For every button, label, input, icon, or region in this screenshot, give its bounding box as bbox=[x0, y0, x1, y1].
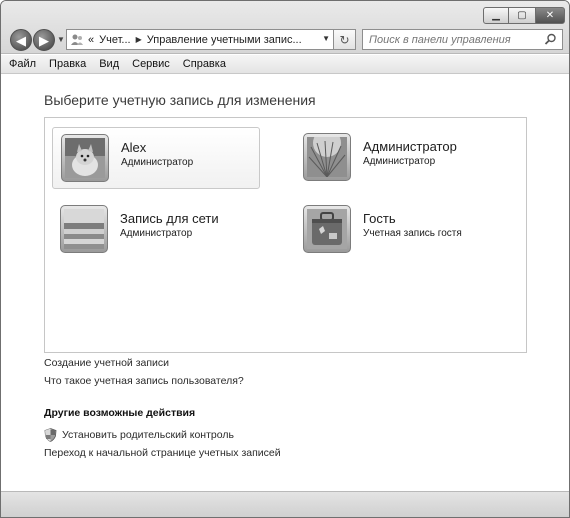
grass-avatar-icon bbox=[307, 137, 347, 177]
search-input[interactable] bbox=[369, 33, 539, 46]
dog-avatar-icon bbox=[65, 138, 105, 178]
menu-view[interactable]: Вид bbox=[99, 58, 119, 70]
menu-tools[interactable]: Сервис bbox=[132, 58, 170, 70]
account-name: Администратор bbox=[363, 139, 457, 154]
maximize-button[interactable]: ▢ bbox=[509, 7, 535, 24]
menu-file[interactable]: Файл bbox=[9, 58, 36, 70]
page-title: Выберите учетную запись для изменения bbox=[44, 92, 316, 108]
stairs-avatar-icon bbox=[64, 209, 104, 249]
parental-control-link[interactable]: Установить родительский контроль bbox=[44, 428, 234, 442]
avatar bbox=[61, 134, 109, 182]
control-panel-window: ▁ ▢ ✕ ◀ ▶ ▼ « Учет... ▶ Управление учетн… bbox=[0, 0, 570, 518]
title-bar: ▁ ▢ ✕ ◀ ▶ ▼ « Учет... ▶ Управление учетн… bbox=[1, 1, 569, 54]
status-bar bbox=[1, 491, 569, 517]
avatar bbox=[303, 205, 351, 253]
main-content: Выберите учетную запись для изменения Al… bbox=[1, 75, 569, 490]
chevron-down-icon[interactable]: ▼ bbox=[322, 34, 330, 43]
chevron-right-icon[interactable]: ▶ bbox=[136, 35, 142, 44]
avatar bbox=[303, 133, 351, 181]
accounts-panel: Alex Администратор Администратор Админис… bbox=[44, 117, 527, 353]
account-name: Гость bbox=[363, 211, 396, 226]
other-actions-title: Другие возможные действия bbox=[44, 407, 196, 419]
create-account-link[interactable]: Создание учетной записи bbox=[44, 357, 169, 369]
caption-buttons: ▁ ▢ ✕ bbox=[483, 7, 565, 24]
account-tile-guest[interactable]: Гость Учетная запись гостя bbox=[295, 199, 503, 261]
back-button[interactable]: ◀ bbox=[10, 29, 32, 51]
what-is-account-link[interactable]: Что такое учетная запись пользователя? bbox=[44, 375, 244, 387]
suitcase-avatar-icon bbox=[307, 209, 347, 249]
refresh-icon: ↻ bbox=[339, 32, 350, 47]
account-role: Администратор bbox=[121, 157, 194, 168]
avatar bbox=[60, 205, 108, 253]
recent-pages-dropdown[interactable]: ▼ bbox=[57, 35, 65, 44]
minimize-button[interactable]: ▁ bbox=[483, 7, 509, 24]
account-tile-administrator[interactable]: Администратор Администратор bbox=[295, 127, 503, 189]
account-name: Запись для сети bbox=[120, 211, 219, 226]
shield-icon bbox=[44, 428, 57, 442]
menu-bar: Файл Правка Вид Сервис Справка bbox=[1, 55, 569, 74]
forward-button[interactable]: ▶ bbox=[33, 29, 55, 51]
refresh-button[interactable]: ↻ bbox=[334, 29, 356, 50]
close-button[interactable]: ✕ bbox=[535, 7, 565, 24]
account-role: Учетная запись гостя bbox=[363, 228, 462, 239]
accounts-home-link[interactable]: Переход к начальной странице учетных зап… bbox=[44, 447, 281, 459]
address-bar[interactable]: « Учет... ▶ Управление учетными запис...… bbox=[66, 29, 334, 50]
address-prefix[interactable]: « bbox=[88, 34, 94, 46]
address-segment-current[interactable]: Управление учетными запис... bbox=[147, 34, 302, 46]
menu-edit[interactable]: Правка bbox=[49, 58, 86, 70]
search-box[interactable] bbox=[362, 29, 563, 50]
account-tile-network[interactable]: Запись для сети Администратор bbox=[52, 199, 260, 261]
arrow-left-icon: ◀ bbox=[16, 32, 26, 48]
parental-control-label[interactable]: Установить родительский контроль bbox=[62, 429, 234, 441]
user-accounts-icon bbox=[71, 34, 83, 45]
address-segment-parent[interactable]: Учет... bbox=[99, 34, 130, 46]
account-name: Alex bbox=[121, 140, 147, 155]
arrow-right-icon: ▶ bbox=[39, 32, 49, 48]
menu-help[interactable]: Справка bbox=[183, 58, 226, 70]
account-role: Администратор bbox=[363, 156, 436, 167]
account-tile-alex[interactable]: Alex Администратор bbox=[52, 127, 260, 189]
account-role: Администратор bbox=[120, 228, 193, 239]
search-icon[interactable] bbox=[544, 33, 557, 46]
